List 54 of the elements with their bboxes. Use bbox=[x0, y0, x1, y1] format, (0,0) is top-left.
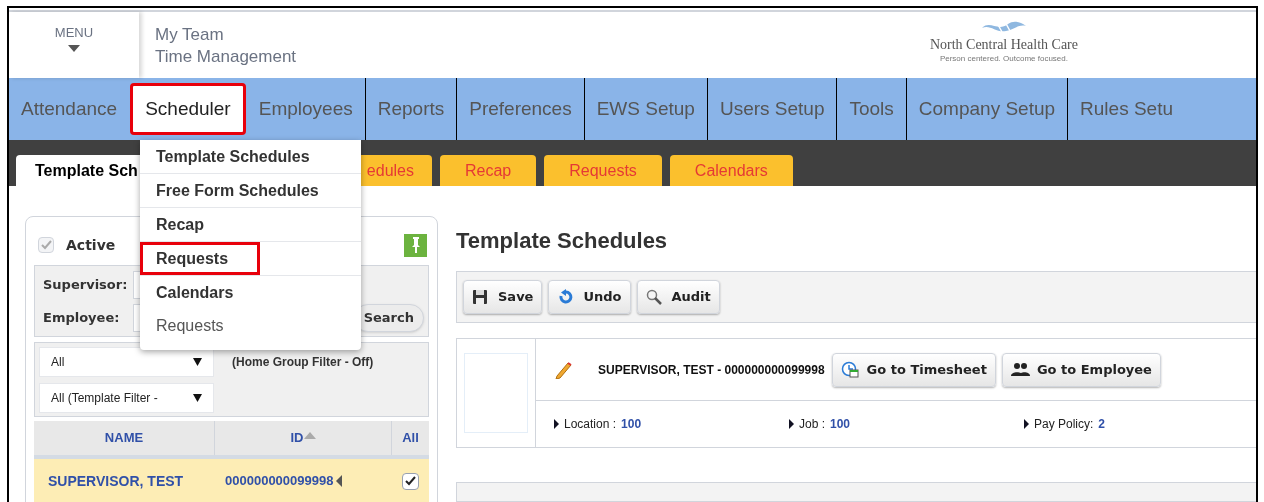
caret-right-icon bbox=[554, 419, 559, 429]
table-row[interactable]: SUPERVISOR, TEST 000000000099998 bbox=[34, 459, 429, 502]
field-label: Supervisor: bbox=[43, 276, 129, 295]
field-value: 2 bbox=[1098, 416, 1106, 433]
caret-left-icon bbox=[336, 475, 343, 487]
timesheet-button[interactable]: Go to Timesheet bbox=[831, 352, 996, 387]
nav-tab[interactable]: Attendance bbox=[9, 78, 130, 140]
template-select[interactable]: All (Template Filter - bbox=[39, 383, 214, 413]
caret-right-icon bbox=[1024, 419, 1029, 429]
menu-button[interactable]: MENU bbox=[9, 12, 139, 78]
active-label: Active bbox=[66, 235, 116, 255]
app-title: My Team bbox=[155, 24, 225, 46]
column-header[interactable]: ID bbox=[215, 421, 392, 455]
logo-name: North Central Health Care bbox=[929, 37, 1078, 53]
field-value: 100 bbox=[621, 416, 642, 433]
people-icon bbox=[1010, 361, 1030, 378]
pin-icon bbox=[410, 237, 421, 253]
filter-status: (Home Group Filter - Off) bbox=[232, 354, 374, 371]
undo-button[interactable]: Undo bbox=[548, 280, 631, 314]
sort-up-icon bbox=[303, 431, 316, 439]
audit-button[interactable]: Audit bbox=[636, 280, 720, 314]
employee-name: SUPERVISOR, TEST - 000000000099998 bbox=[598, 361, 825, 379]
column-header[interactable]: NAME bbox=[34, 421, 215, 455]
dropdown-item[interactable]: Recap bbox=[150, 208, 211, 241]
caret-down-icon bbox=[68, 45, 80, 52]
field-label: Job : bbox=[799, 416, 825, 433]
employee-button[interactable]: Go to Employee bbox=[1001, 352, 1161, 387]
dropdown-item[interactable]: Requests bbox=[140, 242, 260, 275]
field-value: 100 bbox=[830, 416, 851, 433]
logo-tagline: Person centered. Outcome focused. bbox=[939, 53, 1068, 65]
table-cell-text: SUPERVISOR, TEST bbox=[48, 471, 184, 491]
dropdown-item[interactable]: Requests bbox=[150, 309, 230, 342]
row-checkbox[interactable] bbox=[402, 472, 419, 490]
group-select[interactable]: All bbox=[39, 347, 214, 377]
page-title: Template Schedules bbox=[456, 227, 669, 254]
app-title: Time Management bbox=[155, 46, 297, 68]
table-cell-text: 000000000099998 bbox=[225, 472, 334, 491]
field-label: Pay Policy: bbox=[1034, 416, 1094, 433]
save-button[interactable]: Save bbox=[463, 280, 543, 314]
dropdown-arrow-icon bbox=[193, 394, 202, 402]
column-header[interactable]: All bbox=[392, 421, 429, 455]
clock-calendar-icon bbox=[840, 361, 860, 378]
sub-tab[interactable]: Template Sch bbox=[16, 155, 141, 186]
dropdown-item[interactable]: Template Schedules bbox=[150, 140, 316, 173]
nav-tab[interactable]: Rules Setu bbox=[1068, 78, 1185, 140]
pin-button[interactable] bbox=[404, 233, 427, 257]
field-label: Location : bbox=[564, 416, 617, 433]
dropdown-item[interactable]: Free Form Schedules bbox=[150, 174, 325, 207]
pencil-icon bbox=[554, 360, 572, 379]
caret-right-icon bbox=[789, 419, 794, 429]
field-label: Employee: bbox=[43, 309, 121, 328]
dropdown-item[interactable]: Calendars bbox=[150, 276, 240, 309]
nav-tab[interactable]: Scheduler bbox=[130, 83, 246, 135]
dropdown-arrow-icon bbox=[193, 358, 202, 366]
